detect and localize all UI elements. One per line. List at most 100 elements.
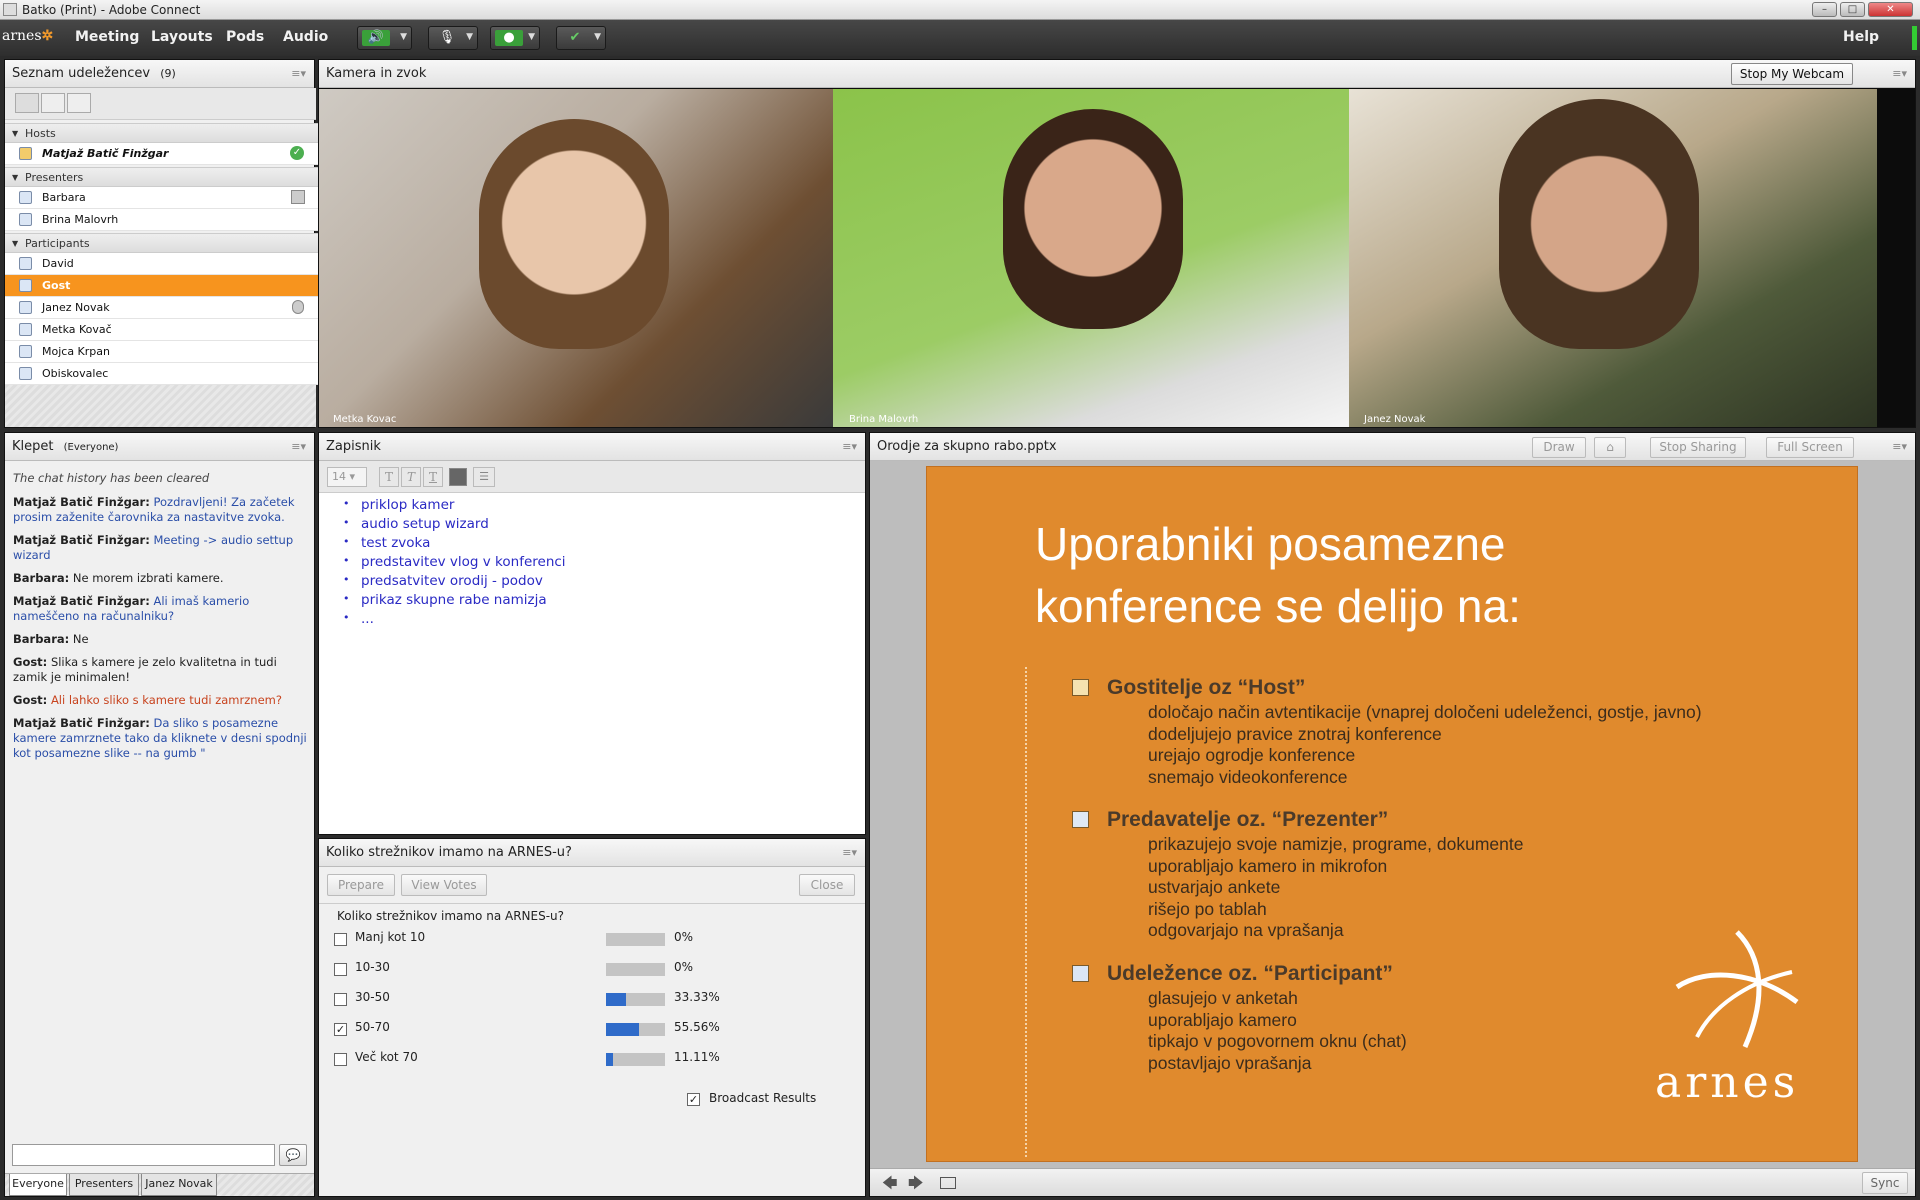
poll-option-checkbox[interactable]: [334, 993, 347, 1006]
chat-tab-janez-novak[interactable]: Janez Novak: [141, 1174, 217, 1196]
chat-tab-presenters[interactable]: Presenters: [69, 1174, 139, 1196]
pointer-icon[interactable]: ⌂: [1594, 437, 1626, 458]
poll-option-checkbox[interactable]: [334, 1053, 347, 1066]
poll-option-checkbox[interactable]: ✓: [334, 1023, 347, 1036]
chat-input[interactable]: [12, 1144, 275, 1166]
chat-message: Barbara: Ne morem izbrati kamere.: [13, 571, 224, 585]
broadcast-checkbox[interactable]: ✓: [687, 1093, 700, 1106]
section-hosts[interactable]: ▼ Hosts: [5, 123, 318, 143]
attendee-row[interactable]: David: [5, 253, 318, 275]
close-window-button[interactable]: ✕: [1868, 2, 1913, 17]
send-message-button[interactable]: 💬: [279, 1144, 307, 1166]
poll-option-checkbox[interactable]: [334, 963, 347, 976]
presenter-icon: [19, 213, 32, 226]
chat-tab-bar: Everyone Presenters Janez Novak: [5, 1173, 314, 1196]
chat-pod-header: Klepet (Everyone) ≡▾: [5, 433, 314, 461]
attendee-count: (9): [160, 67, 176, 80]
poll-option[interactable]: Več kot 70 11.11%: [334, 1050, 754, 1070]
prepare-button[interactable]: Prepare: [327, 874, 395, 896]
stop-webcam-button[interactable]: Stop My Webcam: [1731, 63, 1853, 85]
sync-button[interactable]: Sync: [1862, 1172, 1908, 1194]
chevron-down-icon[interactable]: ▼: [594, 32, 601, 42]
poll-option[interactable]: ✓ 50-70 55.56%: [334, 1020, 754, 1040]
participant-icon: [19, 367, 32, 380]
video-feed-janez[interactable]: Janez Novak: [1349, 89, 1877, 427]
pod-options-icon[interactable]: ≡▾: [842, 433, 857, 461]
chevron-down-icon[interactable]: ▼: [466, 32, 473, 42]
grid-view-icon[interactable]: [41, 93, 65, 113]
slide-view-icon[interactable]: [940, 1177, 956, 1189]
minimize-button[interactable]: –: [1812, 2, 1837, 17]
poll-pod-title: Koliko strežnikov imamo na ARNES-u?: [326, 845, 572, 860]
notes-pod-header: Zapisnik ≡▾: [319, 433, 865, 461]
slide-group-lines: prikazujejo svoje namizje, programe, dok…: [1148, 834, 1524, 940]
attendee-row-selected[interactable]: Gost: [5, 275, 318, 297]
chevron-down-icon[interactable]: ▼: [400, 32, 407, 42]
pod-options-icon[interactable]: ≡▾: [1892, 433, 1907, 461]
pod-options-icon[interactable]: ≡▾: [842, 839, 857, 867]
menu-layouts[interactable]: Layouts: [151, 29, 213, 45]
pod-options-icon[interactable]: ≡▾: [1892, 60, 1907, 88]
note-item: ...: [319, 611, 865, 630]
chat-tab-everyone[interactable]: Everyone: [9, 1174, 67, 1196]
attendee-row[interactable]: Matjaž Batič Finžgar ✓: [5, 143, 318, 165]
video-feed-label: Metka Kovac: [333, 414, 397, 425]
next-slide-icon[interactable]: 🡆: [908, 1173, 924, 1198]
list-view-icon[interactable]: [15, 93, 39, 113]
attendee-row[interactable]: Janez Novak: [5, 297, 318, 319]
menu-meeting[interactable]: Meeting: [75, 29, 139, 45]
italic-icon[interactable]: T: [401, 467, 421, 487]
attendee-row[interactable]: Obiskovalec: [5, 363, 318, 385]
attendee-row[interactable]: Metka Kovač: [5, 319, 318, 341]
speaker-button[interactable]: 🔊 ▼: [357, 26, 412, 50]
notes-body[interactable]: priklop kamer audio setup wizard test zv…: [319, 493, 865, 834]
pod-options-icon[interactable]: ≡▾: [291, 60, 306, 88]
menu-help[interactable]: Help: [1843, 29, 1879, 45]
draw-button[interactable]: Draw: [1532, 437, 1586, 458]
font-size-select[interactable]: 14 ▾: [327, 467, 367, 487]
attendee-pod-header: Seznam udeležencev (9) ≡▾: [5, 60, 314, 88]
slide-group-heading: Predavatelje oz. “Prezenter”: [1107, 808, 1389, 831]
poll-option[interactable]: 10-30 0%: [334, 960, 754, 980]
presentation-slide: Uporabniki posamezne konference se delij…: [926, 466, 1858, 1162]
maximize-button[interactable]: □: [1840, 2, 1865, 17]
chevron-down-icon[interactable]: ▼: [528, 32, 535, 42]
section-participants[interactable]: ▼ Participants: [5, 233, 318, 253]
pod-options-icon[interactable]: ≡▾: [291, 433, 306, 461]
poll-result-bar: [606, 963, 665, 976]
bold-icon[interactable]: T: [379, 467, 399, 487]
window-title: Batko (Print) - Adobe Connect: [22, 3, 201, 17]
video-feed-metka[interactable]: Metka Kovac: [319, 89, 833, 427]
text-color-icon[interactable]: [449, 468, 467, 486]
menu-pods[interactable]: Pods: [226, 29, 264, 45]
poll-option[interactable]: Manj kot 10 0%: [334, 930, 754, 950]
person-silhouette: [1499, 99, 1699, 349]
close-poll-button[interactable]: Close: [799, 874, 855, 896]
menu-audio[interactable]: Audio: [283, 29, 328, 45]
participant-icon: [19, 345, 32, 358]
video-feed-brina[interactable]: Brina Malovrh: [833, 89, 1349, 427]
view-votes-button[interactable]: View Votes: [401, 874, 487, 896]
slide-group-lines: glasujejo v anketah uporabljajo kamero t…: [1148, 988, 1407, 1073]
full-screen-button[interactable]: Full Screen: [1766, 437, 1854, 458]
poll-option-checkbox[interactable]: [334, 933, 347, 946]
attendee-row[interactable]: Mojca Krpan: [5, 341, 318, 363]
section-presenters[interactable]: ▼ Presenters: [5, 167, 318, 187]
attendee-row[interactable]: Brina Malovrh: [5, 209, 318, 231]
participant-icon: [1072, 965, 1089, 982]
status-button[interactable]: ✔ ▼: [556, 26, 606, 50]
poll-question: Koliko strežnikov imamo na ARNES-u?: [337, 909, 565, 923]
share-footer: 🡄 🡆 Sync: [870, 1168, 1915, 1196]
person-silhouette: [479, 119, 669, 349]
webcam-button[interactable]: ● ▼: [490, 26, 540, 50]
slide-group-lines: določajo način avtentikacije (vnaprej do…: [1148, 702, 1702, 787]
underline-icon[interactable]: T: [423, 467, 443, 487]
previous-slide-icon[interactable]: 🡄: [882, 1173, 898, 1198]
attendee-row[interactable]: Barbara: [5, 187, 318, 209]
microphone-button[interactable]: 🎙 ▼: [428, 26, 478, 50]
status-view-icon[interactable]: [67, 93, 91, 113]
bullet-list-icon[interactable]: ☰: [473, 467, 495, 487]
poll-option[interactable]: 30-50 33.33%: [334, 990, 754, 1010]
stop-sharing-button[interactable]: Stop Sharing: [1650, 437, 1746, 458]
note-item: predstavitev vlog v konferenci: [319, 554, 865, 573]
